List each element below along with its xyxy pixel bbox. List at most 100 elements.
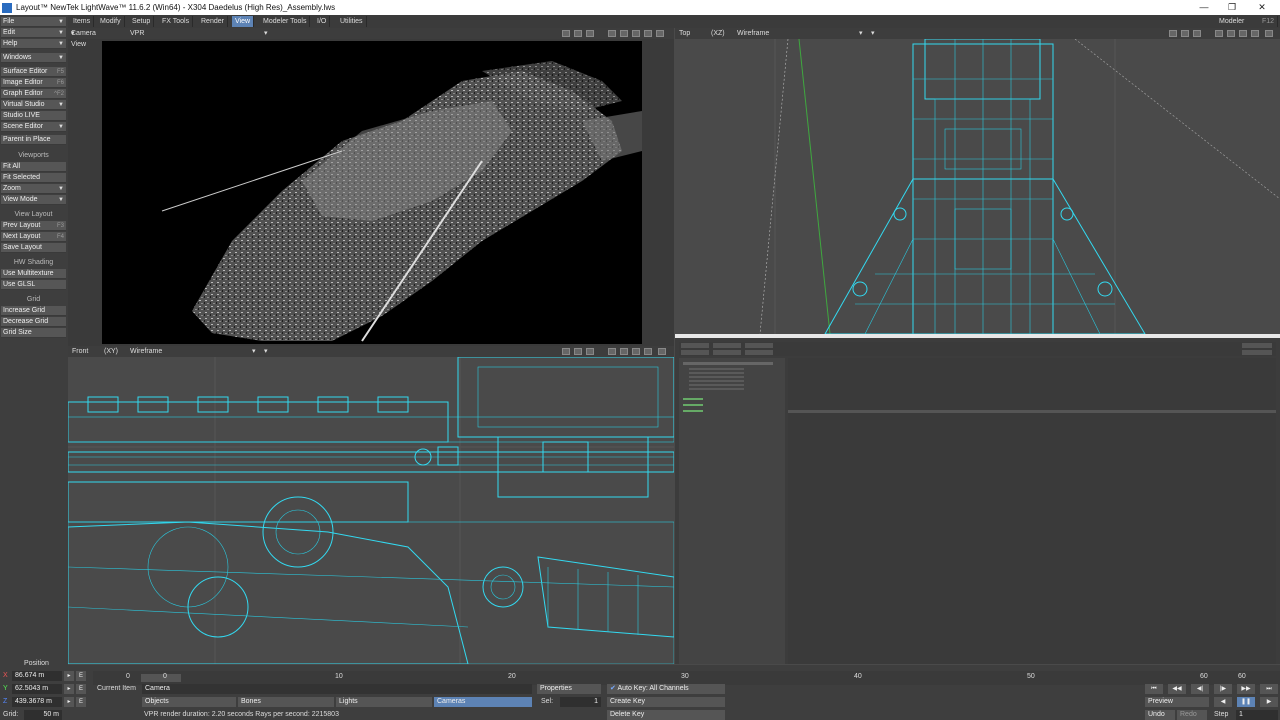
pause-icon[interactable]: ❚❚ [1237,697,1255,707]
properties-button[interactable]: Properties [537,684,601,694]
fit-all-button[interactable]: Fit All [1,162,66,172]
minimize-button[interactable]: — [1190,0,1218,15]
tab-items[interactable]: Items [70,16,95,27]
parent-in-place-button[interactable]: Parent in Place [1,135,66,145]
top-viewport[interactable]: Top (XZ) Wireframe ▾ ▾ [675,28,1280,334]
chevron-down-icon[interactable]: ▾ [264,346,268,357]
list-icon[interactable] [574,348,582,355]
scene-dropdown[interactable] [745,350,773,355]
maximize-icon[interactable] [656,30,664,37]
next-frame-icon[interactable]: |▶ [1214,684,1232,694]
envelope-icon[interactable]: E [76,671,86,681]
render-icon[interactable] [1193,30,1201,37]
increase-grid-button[interactable]: Increase Grid [1,306,66,316]
scene-dropdown[interactable] [1242,343,1272,348]
rotate-icon[interactable] [620,30,628,37]
grid-size-button[interactable]: Grid Size [1,328,66,338]
list-icon[interactable] [574,30,582,37]
cameras-button[interactable]: Cameras [434,697,532,707]
scene-dropdown[interactable] [681,350,709,355]
tab-view[interactable]: View [232,16,255,27]
prev-key-icon[interactable]: ◀◀ [1168,684,1186,694]
create-key-button[interactable]: Create Key [607,697,725,707]
position-x-field[interactable]: 86.674 m [12,671,62,681]
scene-dropdown[interactable] [713,343,741,348]
search-icon[interactable] [1251,30,1259,37]
save-layout-button[interactable]: Save Layout [1,243,66,253]
keyframe-arrow-icon[interactable]: ▸ [64,697,74,707]
preview-dropdown[interactable]: Preview [1145,697,1209,707]
camera-viewport[interactable]: Camera View ▾ VPR ▾ [68,28,674,346]
virtual-studio-button[interactable]: Virtual Studio ▼ [1,100,66,110]
help-menu[interactable]: Help ▼ [1,39,66,49]
windows-menu[interactable]: Windows ▼ [1,53,66,63]
keyframe-arrow-icon[interactable]: ▸ [64,671,74,681]
delete-key-button[interactable]: Delete Key [607,710,725,720]
restore-button[interactable]: ❐ [1218,0,1246,15]
surface-editor-button[interactable]: Surface Editor F5 [1,67,66,77]
use-multitexture-button[interactable]: Use Multitexture [1,269,66,279]
image-editor-button[interactable]: Image Editor F6 [1,78,66,88]
tab-render[interactable]: Render [198,16,228,27]
play-icon[interactable]: ▶ [1260,697,1278,707]
grid-size-field[interactable]: 50 m [24,710,62,720]
vpr-icon[interactable] [562,30,570,37]
render-icon[interactable] [586,348,594,355]
current-item-dropdown[interactable]: Camera [142,684,532,694]
chevron-down-icon[interactable]: ▾ [859,28,863,39]
zoom-icon[interactable] [632,348,640,355]
scene-editor-button[interactable]: Scene Editor ▼ [1,122,66,132]
prev-frame-icon[interactable]: ◀| [1191,684,1209,694]
chevron-down-icon[interactable]: ▾ [252,346,256,357]
step-field[interactable]: 1 [1236,710,1278,720]
keyframe-arrow-icon[interactable]: ▸ [64,684,74,694]
chevron-down-icon[interactable]: ▾ [264,28,268,39]
file-menu[interactable]: File ▼ [1,17,66,27]
scene-dropdown[interactable] [681,343,709,348]
envelope-icon[interactable]: E [76,684,86,694]
next-layout-button[interactable]: Next Layout F4 [1,232,66,242]
scene-dropdown[interactable] [1242,350,1272,355]
scene-editor-viewport[interactable] [675,334,1280,664]
view-type-dropdown[interactable]: Camera View ▾ [71,28,96,48]
move-icon[interactable] [1215,30,1223,37]
first-frame-icon[interactable]: ⏮ [1145,684,1163,694]
zoom-icon[interactable] [632,30,640,37]
chevron-down-icon[interactable]: ▾ [871,28,875,39]
scene-dropdown[interactable] [713,350,741,355]
render-icon[interactable] [586,30,594,37]
move-icon[interactable] [608,30,616,37]
last-frame-icon[interactable]: ⏭ [1260,684,1278,694]
lights-button[interactable]: Lights [336,697,432,707]
view-mode-menu[interactable]: View Mode ▼ [1,195,66,205]
list-icon[interactable] [1181,30,1189,37]
fit-selected-button[interactable]: Fit Selected [1,173,66,183]
modeler-button[interactable]: Modeler F12 [1216,16,1278,27]
envelope-icon[interactable]: E [76,697,86,707]
camera-icon[interactable] [1169,30,1177,37]
tab-io[interactable]: I/O [314,16,331,27]
position-y-field[interactable]: 62.5043 m [12,684,62,694]
redo-button[interactable]: Redo [1177,710,1207,720]
dope-track-area[interactable] [788,358,1276,664]
scene-dropdown[interactable] [745,343,773,348]
search-icon[interactable] [644,30,652,37]
camera-icon[interactable] [562,348,570,355]
edit-menu[interactable]: Edit ▼ [1,28,66,38]
undo-button[interactable]: Undo [1145,710,1175,720]
zoom-icon[interactable] [1239,30,1247,37]
objects-button[interactable]: Objects [142,697,236,707]
tab-setup[interactable]: Setup [129,16,155,27]
play-reverse-icon[interactable]: ◀ [1214,697,1232,707]
timeline-slider[interactable] [141,674,181,682]
decrease-grid-button[interactable]: Decrease Grid [1,317,66,327]
search-icon[interactable] [644,348,652,355]
auto-key-dropdown[interactable]: ✔ Auto Key: All Channels [607,684,725,694]
front-viewport[interactable]: Front (XY) Wireframe ▾ ▾ [68,346,674,664]
rotate-icon[interactable] [620,348,628,355]
tab-fx-tools[interactable]: FX Tools [159,16,194,27]
use-glsl-button[interactable]: Use GLSL [1,280,66,290]
tab-modify[interactable]: Modify [97,16,125,27]
prev-layout-button[interactable]: Prev Layout F3 [1,221,66,231]
studio-live-button[interactable]: Studio LIVE [1,111,66,121]
